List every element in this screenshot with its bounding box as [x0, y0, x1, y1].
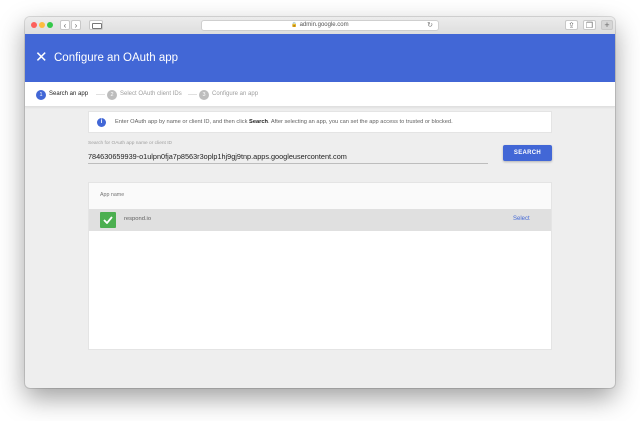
- results-table: App name respond.io Select: [88, 182, 552, 350]
- url-text: admin.google.com: [299, 22, 349, 28]
- info-text-bold: Search: [249, 119, 269, 125]
- step-number: 3: [199, 89, 209, 100]
- chevron-right-icon[interactable]: ›: [71, 20, 81, 30]
- step-label: Configure an app: [212, 91, 259, 97]
- step-label: Search an app: [49, 91, 89, 97]
- table-row[interactable]: respond.io Select: [89, 209, 551, 231]
- step-divider: [96, 94, 105, 95]
- respond-io-logo-icon: [100, 212, 116, 228]
- search-label: Search for OAuth app name or client ID: [88, 141, 172, 146]
- close-window-button[interactable]: [31, 22, 37, 28]
- page-title: Configure an OAuth app: [54, 52, 179, 64]
- checkmark-icon: [103, 216, 113, 224]
- info-icon: i: [97, 118, 106, 127]
- step-select-oauth-client-ids: 2 Select OAuth client IDs: [107, 89, 182, 100]
- select-app-link[interactable]: Select: [513, 215, 530, 224]
- table-header: App name: [89, 183, 551, 210]
- minimize-window-button[interactable]: [39, 22, 45, 28]
- zoom-window-button[interactable]: [47, 22, 53, 28]
- reload-icon[interactable]: ↻: [427, 21, 433, 30]
- app-header: ✕ Configure an OAuth app: [25, 34, 615, 82]
- close-icon[interactable]: ✕: [35, 49, 48, 67]
- info-text-before: Enter OAuth app by name or client ID, an…: [115, 119, 250, 125]
- search-input[interactable]: [88, 150, 488, 164]
- lock-icon: 🔒: [291, 22, 298, 28]
- new-tab-button[interactable]: +: [601, 20, 613, 30]
- step-divider: [188, 94, 197, 95]
- browser-toolbar: ‹ › 🔒 admin.google.com ↻ ⇪ ❐ +: [25, 17, 615, 35]
- step-search-an-app: 1 Search an app: [36, 89, 88, 100]
- step-number: 1: [36, 89, 46, 100]
- sidebar-toggle-icon[interactable]: [89, 20, 103, 30]
- column-header-app-name: App name: [100, 192, 125, 198]
- info-text-after: . After selecting an app, you can set th…: [268, 119, 453, 125]
- step-configure-an-app: 3 Configure an app: [199, 89, 258, 100]
- search-button[interactable]: SEARCH: [503, 145, 552, 161]
- step-number: 2: [107, 89, 117, 100]
- stepper: 1 Search an app 2 Select OAuth client IDs …: [25, 82, 615, 107]
- step-label: Select OAuth client IDs: [120, 91, 182, 97]
- tabs-icon[interactable]: ❐: [583, 20, 596, 30]
- share-icon[interactable]: ⇪: [565, 20, 578, 30]
- chevron-left-icon[interactable]: ‹: [60, 20, 70, 30]
- browser-window: ‹ › 🔒 admin.google.com ↻ ⇪ ❐ + ✕ Configur…: [25, 17, 615, 388]
- address-bar[interactable]: 🔒 admin.google.com ↻: [201, 20, 439, 31]
- app-name: respond.io: [124, 216, 152, 222]
- info-banner: i Enter OAuth app by name or client ID, …: [88, 111, 552, 133]
- info-text: Enter OAuth app by name or client ID, an…: [115, 118, 453, 127]
